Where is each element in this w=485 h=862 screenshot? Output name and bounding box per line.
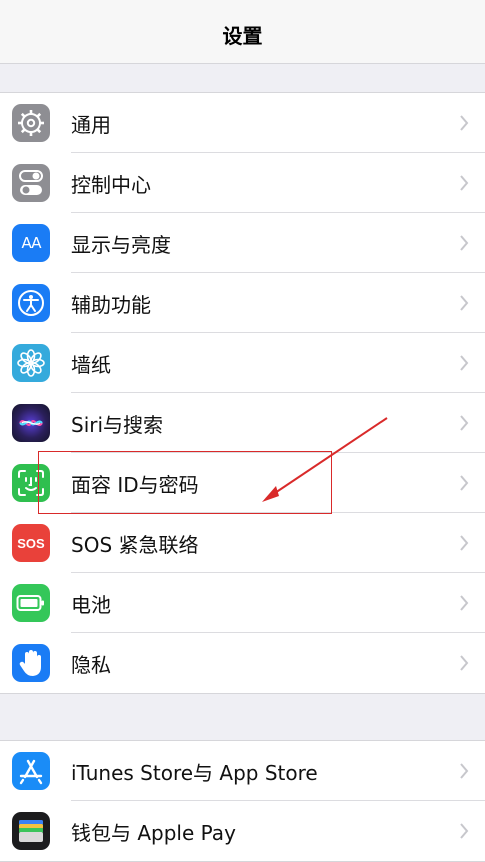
chevron-right-icon: [460, 763, 469, 779]
settings-item-wallpaper[interactable]: 墙纸: [0, 333, 485, 393]
app-store-icon: [12, 752, 50, 790]
wallet-icon: [12, 812, 50, 850]
settings-group-main: 通用 控制中心 AA 显示与亮度 辅助功能 墙纸 Siri与搜索 面容 ID与密…: [0, 92, 485, 694]
settings-item-accessibility[interactable]: 辅助功能: [0, 273, 485, 333]
settings-item-label: 控制中心: [71, 172, 151, 197]
settings-item-label: 电池: [71, 592, 111, 617]
flower-icon: [12, 344, 50, 382]
chevron-right-icon: [460, 235, 469, 251]
settings-item-siri-search[interactable]: Siri与搜索: [0, 393, 485, 453]
settings-item-control-center[interactable]: 控制中心: [0, 153, 485, 213]
navigation-bar: 设置: [0, 0, 485, 64]
hand-icon: [12, 644, 50, 682]
settings-item-wallet-apple-pay[interactable]: 钱包与 Apple Pay: [0, 801, 485, 861]
settings-item-general[interactable]: 通用: [0, 93, 485, 153]
settings-item-label: 钱包与 Apple Pay: [71, 820, 236, 845]
battery-icon: [12, 584, 50, 622]
chevron-right-icon: [460, 115, 469, 131]
chevron-right-icon: [460, 415, 469, 431]
toggle-icon: [12, 164, 50, 202]
accessibility-icon: [12, 284, 50, 322]
settings-item-face-id-passcode[interactable]: 面容 ID与密码: [0, 453, 485, 513]
settings-item-emergency-sos[interactable]: SOS SOS 紧急联络: [0, 513, 485, 573]
settings-group-store: iTunes Store与 App Store 钱包与 Apple Pay: [0, 740, 485, 862]
face-id-icon: [12, 464, 50, 502]
settings-item-itunes-app-store[interactable]: iTunes Store与 App Store: [0, 741, 485, 801]
siri-icon: [12, 404, 50, 442]
settings-item-label: 辅助功能: [71, 292, 151, 317]
settings-item-privacy[interactable]: 隐私: [0, 633, 485, 693]
chevron-right-icon: [460, 355, 469, 371]
settings-item-battery[interactable]: 电池: [0, 573, 485, 633]
settings-item-label: 通用: [71, 112, 111, 137]
sos-icon: SOS: [12, 524, 50, 562]
chevron-right-icon: [460, 595, 469, 611]
settings-item-label: SOS 紧急联络: [71, 532, 199, 557]
chevron-right-icon: [460, 535, 469, 551]
settings-item-label: 显示与亮度: [71, 232, 171, 257]
settings-item-label: 墙纸: [71, 352, 111, 377]
settings-item-display-brightness[interactable]: AA 显示与亮度: [0, 213, 485, 273]
settings-item-label: 隐私: [71, 652, 111, 677]
chevron-right-icon: [460, 655, 469, 671]
settings-item-label: Siri与搜索: [71, 412, 164, 437]
text-size-icon: AA: [12, 224, 50, 262]
chevron-right-icon: [460, 175, 469, 191]
chevron-right-icon: [460, 295, 469, 311]
settings-item-label: 面容 ID与密码: [71, 472, 199, 497]
settings-item-label: iTunes Store与 App Store: [71, 760, 318, 785]
page-title: 设置: [222, 24, 263, 48]
chevron-right-icon: [460, 475, 469, 491]
chevron-right-icon: [460, 823, 469, 839]
gear-icon: [12, 104, 50, 142]
